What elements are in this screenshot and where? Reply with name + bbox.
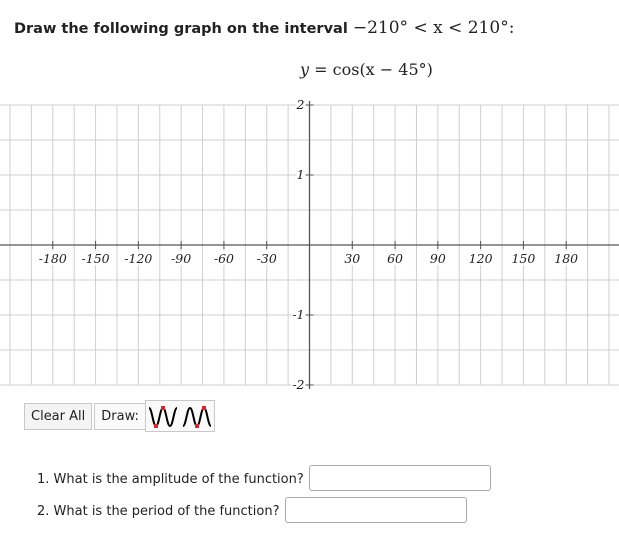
prompt-text: Draw the following graph on the interval: [14, 21, 348, 37]
clear-all-button[interactable]: Clear All: [24, 402, 93, 430]
x-tick-label: -60: [214, 251, 234, 266]
amplitude-answer-input[interactable]: [309, 465, 491, 491]
question-period-label: 2. What is the period of the function?: [37, 504, 280, 519]
x-tick-label: -30: [257, 251, 277, 266]
graph-toolbar: Clear All Draw:: [24, 400, 215, 432]
formula-lhs: y: [300, 60, 310, 79]
x-tick-label: 30: [344, 251, 360, 266]
y-tick-label: -2: [292, 377, 304, 392]
formula-rhs: = cos(x − 45°): [314, 60, 433, 79]
x-tick-label: 150: [511, 251, 535, 266]
x-tick-label: 120: [469, 251, 493, 266]
x-tick-label: 60: [387, 251, 403, 266]
y-tick-label: 1: [297, 167, 305, 182]
x-tick-label: -120: [124, 251, 152, 266]
graph-canvas[interactable]: -180 -150 -120 -90 -60 -30 30 60 90 120 150 180 2 1 -…: [0, 95, 619, 395]
question-amplitude-label: 1. What is the amplitude of the function…: [37, 472, 304, 487]
draw-tools: [144, 400, 215, 432]
function-formula: y = cos(x − 45°): [300, 60, 433, 79]
axes: [0, 101, 619, 389]
x-tick-label: 180: [554, 251, 578, 266]
x-tick-label: -150: [82, 251, 110, 266]
x-tick-label: -180: [39, 251, 67, 266]
x-tick-label: -90: [171, 251, 191, 266]
x-tick-label: 90: [430, 251, 446, 266]
question-prompt: Draw the following graph on the interval…: [14, 18, 514, 38]
prompt-interval: −210° < x < 210°:: [352, 18, 515, 38]
cosine-wave-tool-icon[interactable]: [180, 401, 214, 431]
sine-wave-tool-icon[interactable]: [146, 401, 180, 431]
draw-label: Draw:: [94, 402, 145, 430]
period-answer-input[interactable]: [285, 497, 467, 523]
y-tick-label: -1: [292, 307, 304, 322]
y-tick-label: 2: [296, 97, 305, 112]
